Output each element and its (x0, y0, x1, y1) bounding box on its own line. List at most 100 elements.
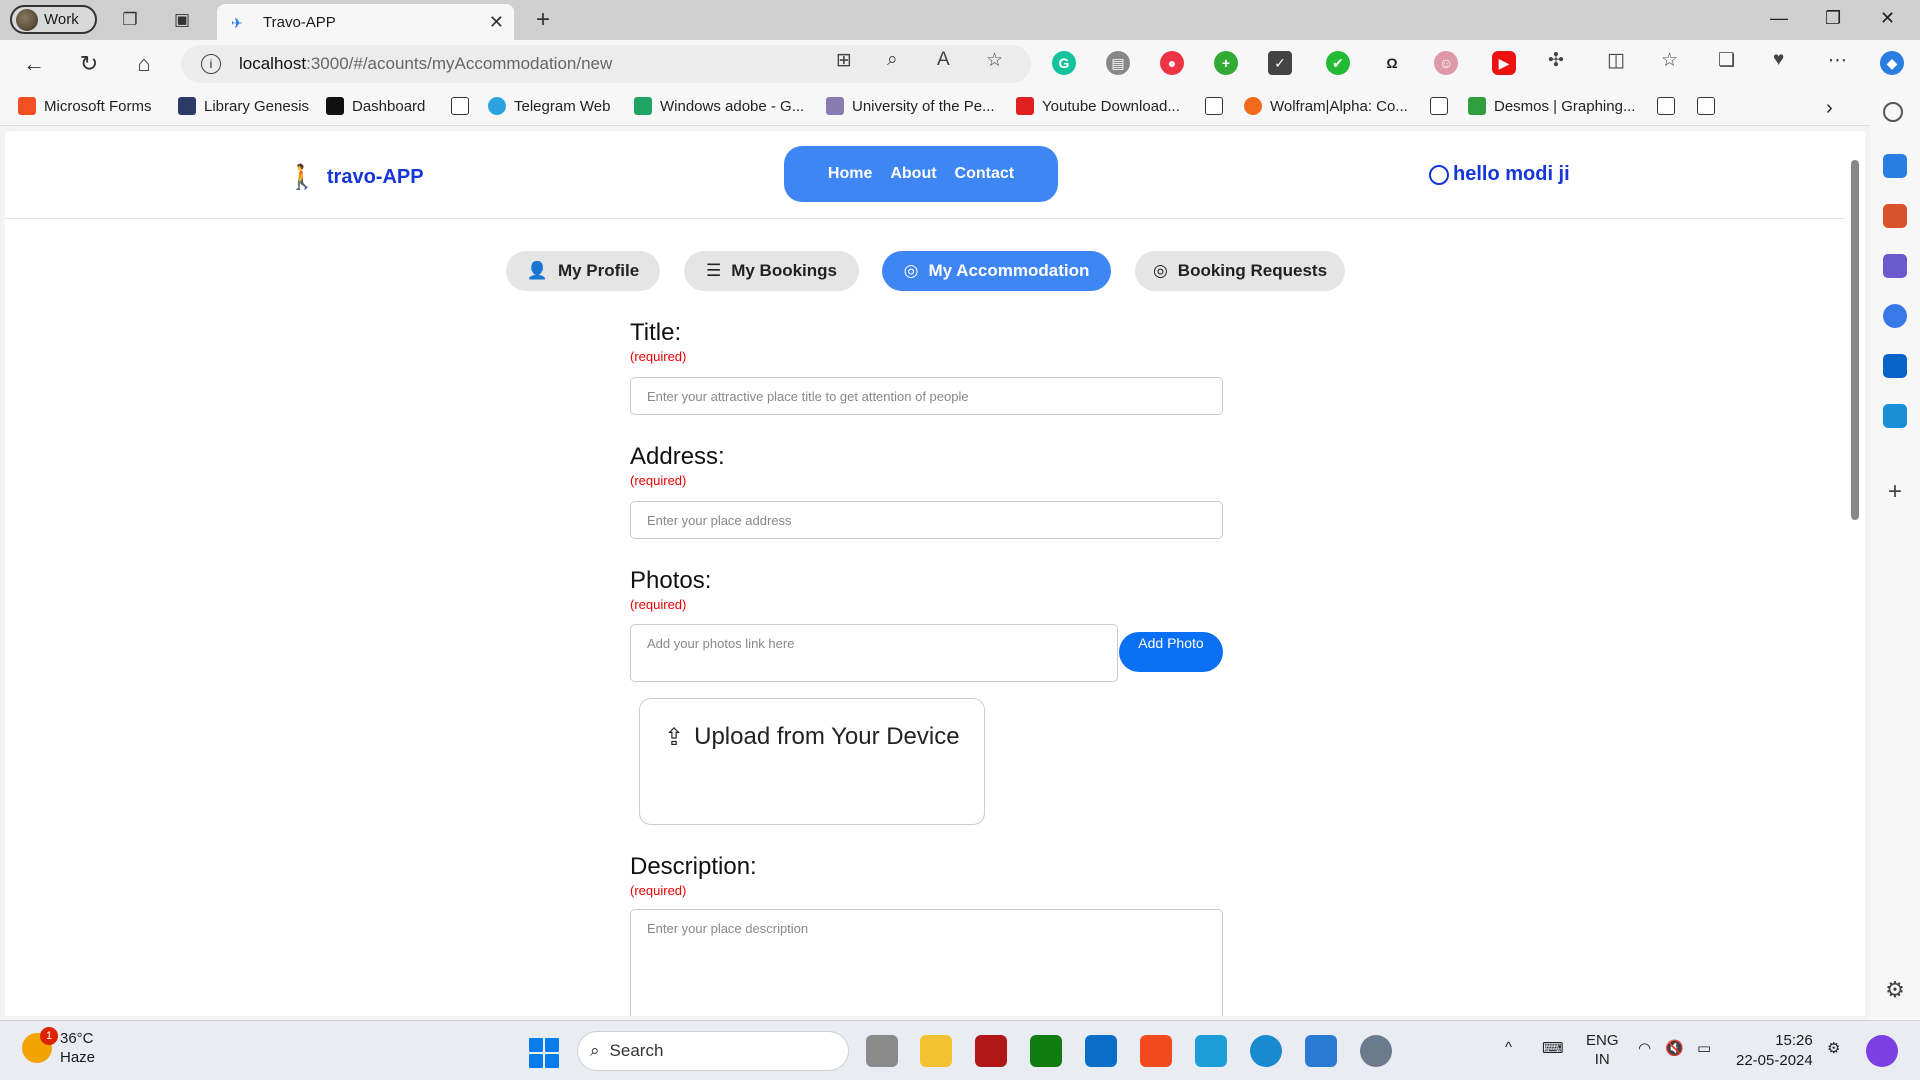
tab-my-profile[interactable]: 👤 My Profile (506, 251, 660, 291)
copilot-icon[interactable]: ◆ (1880, 51, 1904, 75)
bookmark-telegram[interactable]: Telegram Web (488, 97, 610, 115)
show-hidden-icons-chevron-icon[interactable]: ^ (1505, 1039, 1512, 1056)
bookmark-university[interactable]: University of the Pe... (826, 97, 995, 115)
brave-icon[interactable] (1140, 1035, 1172, 1067)
user-menu[interactable]: hello modi ji (1429, 163, 1570, 186)
extension-tasks-icon[interactable]: ✓ (1268, 51, 1292, 75)
page-scrollbar-thumb[interactable] (1851, 160, 1859, 520)
start-windows-icon[interactable] (529, 1038, 559, 1068)
more-menu-icon[interactable]: ⋯ (1828, 49, 1847, 72)
extensions-icon[interactable]: ✣ (1548, 49, 1564, 72)
battery-icon[interactable]: ▭ (1697, 1039, 1711, 1057)
home-icon[interactable]: ⌂ (130, 50, 158, 78)
extension-face-icon[interactable]: ☺ (1434, 51, 1458, 75)
shopping-tag-icon[interactable] (1883, 154, 1907, 178)
browser-essentials-icon[interactable]: ♥ (1773, 49, 1784, 71)
tab-travo-app[interactable]: ✈ Travo-APP ✕ (217, 4, 514, 40)
edge-icon[interactable] (1250, 1035, 1282, 1067)
title-input[interactable]: Enter your attractive place title to get… (630, 377, 1223, 415)
profile-button[interactable]: Work (10, 5, 97, 34)
wifi-icon[interactable]: ◠ (1638, 1039, 1651, 1057)
bookmark-blank-2[interactable] (1205, 97, 1223, 115)
address-input[interactable]: Enter your place address (630, 501, 1223, 539)
add-photo-button[interactable]: Add Photo (1119, 632, 1223, 672)
photo-link-input[interactable]: Add your photos link here (630, 624, 1118, 682)
upload-from-device-button[interactable]: ⇪ Upload from Your Device (639, 698, 985, 825)
back-icon[interactable]: ← (20, 50, 48, 78)
description-textarea[interactable]: Enter your place description (630, 909, 1223, 1016)
telegram-icon (488, 97, 506, 115)
user-greeting: hello modi ji (1453, 163, 1570, 185)
bookmark-dashboard[interactable]: Dashboard (326, 97, 425, 115)
extension-brain-icon[interactable]: ● (1160, 51, 1184, 75)
send-icon[interactable] (1883, 404, 1907, 428)
app-logo[interactable]: 🚶 travo-APP (287, 163, 424, 192)
workspaces-icon[interactable]: ❐ (119, 9, 141, 31)
add-sidebar-app-icon[interactable]: + (1883, 480, 1907, 504)
language-indicator[interactable]: ENG IN (1586, 1031, 1619, 1069)
volume-muted-icon[interactable]: 🔇 (1665, 1039, 1684, 1057)
tools-icon[interactable] (1883, 204, 1907, 228)
split-screen-icon[interactable]: ◫ (1607, 49, 1625, 72)
address-bar[interactable]: i localhost:3000/#/acounts/myAccommodati… (181, 45, 1031, 83)
notification-gear-icon[interactable]: ⚙ (1827, 1039, 1840, 1057)
taskbar-search[interactable]: ⌕ Search (577, 1031, 849, 1071)
grammarly-extension-icon[interactable]: G (1052, 51, 1076, 75)
extension-shield-icon[interactable]: ✔ (1326, 51, 1350, 75)
bookmark-youtube-download[interactable]: Youtube Download... (1016, 97, 1180, 115)
bookmark-blank-4[interactable] (1657, 97, 1675, 115)
outlook-icon[interactable] (1883, 354, 1907, 378)
bookmark-blank-3[interactable] (1430, 97, 1448, 115)
close-tab-icon[interactable]: ✕ (489, 12, 504, 33)
bookmark-blank-1[interactable] (451, 97, 469, 115)
file-explorer-icon[interactable] (920, 1035, 952, 1067)
extension-plus-icon[interactable]: + (1214, 51, 1238, 75)
extension-copy-icon[interactable]: ▤ (1106, 51, 1130, 75)
tab-booking-requests[interactable]: ◎ Booking Requests (1135, 251, 1345, 291)
refresh-icon[interactable]: ↻ (75, 50, 103, 78)
edge-dev-icon[interactable] (1195, 1035, 1227, 1067)
settings-app-icon[interactable] (1360, 1035, 1392, 1067)
restore-icon[interactable]: ❐ (1825, 8, 1841, 29)
vscode-icon[interactable] (1085, 1035, 1117, 1067)
nav-about-link[interactable]: About (890, 165, 936, 183)
tab-actions-icon[interactable]: ▣ (171, 9, 193, 31)
extension-omega-icon[interactable]: Ω (1380, 51, 1404, 75)
favorites-icon[interactable]: ☆ (1661, 49, 1678, 72)
site-info-icon[interactable]: i (201, 54, 221, 74)
bookmark-blank-5[interactable] (1697, 97, 1715, 115)
zoom-icon[interactable]: ⌕ (887, 49, 898, 71)
bookmark-microsoft-forms[interactable]: Microsoft Forms (18, 97, 152, 115)
nav-contact-link[interactable]: Contact (955, 165, 1015, 183)
minimize-icon[interactable]: — (1770, 8, 1788, 29)
app-red-icon[interactable] (975, 1035, 1007, 1067)
bookmark-desmos[interactable]: Desmos | Graphing... (1468, 97, 1635, 115)
new-tab-icon[interactable]: + (532, 6, 554, 33)
paint-icon[interactable] (1305, 1035, 1337, 1067)
task-view-icon[interactable] (866, 1035, 898, 1067)
close-window-icon[interactable]: ✕ (1880, 8, 1895, 29)
collections-icon[interactable]: ❏ (1718, 49, 1735, 72)
favorite-star-icon[interactable]: ☆ (986, 49, 1003, 72)
clock[interactable]: 15:26 22-05-2024 (1736, 1031, 1813, 1071)
xbox-icon[interactable] (1030, 1035, 1062, 1067)
search-icon[interactable] (1883, 102, 1903, 122)
bookmark-wolfram[interactable]: Wolfram|Alpha: Co... (1244, 97, 1408, 115)
more-bookmarks-chevron-icon[interactable]: › (1826, 97, 1833, 120)
clock-date: 22-05-2024 (1736, 1052, 1813, 1069)
search-icon: ⌕ (590, 1041, 600, 1060)
weather-widget[interactable]: 1 36°C Haze (22, 1027, 95, 1067)
games-icon[interactable] (1883, 254, 1907, 278)
read-aloud-icon[interactable]: A (937, 49, 950, 71)
app-available-icon[interactable]: ⊞ (836, 49, 852, 72)
keyboard-icon[interactable]: ⌨ (1542, 1039, 1564, 1057)
bookmark-library-genesis[interactable]: Library Genesis (178, 97, 309, 115)
copilot-taskbar-icon[interactable] (1866, 1035, 1898, 1067)
tab-my-accommodation[interactable]: ◎ My Accommodation (882, 251, 1111, 291)
nav-home-link[interactable]: Home (828, 165, 872, 183)
bookmark-windows-adobe[interactable]: Windows adobe - G... (634, 97, 804, 115)
tab-my-bookings[interactable]: ☰ My Bookings (684, 251, 859, 291)
microsoft-365-icon[interactable] (1883, 304, 1907, 328)
extension-video-icon[interactable]: ▶ (1492, 51, 1516, 75)
settings-gear-icon[interactable]: ⚙ (1883, 978, 1907, 1002)
